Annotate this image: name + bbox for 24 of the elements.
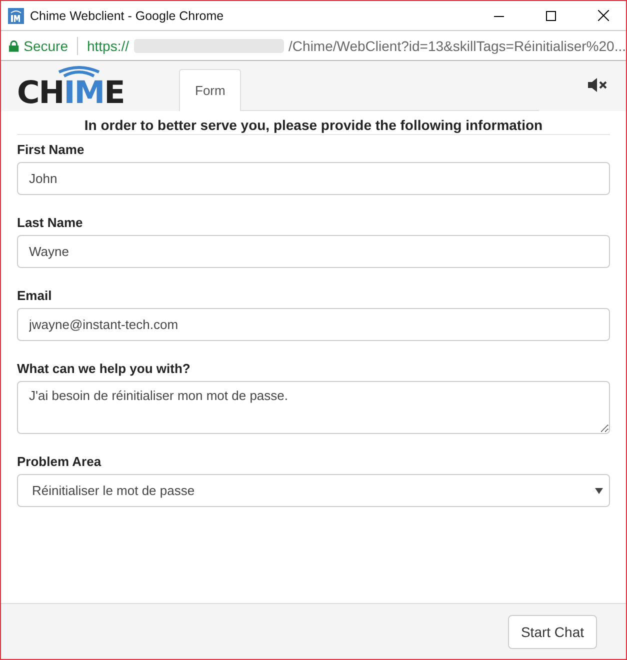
- close-icon: [598, 10, 608, 21]
- form-tab[interactable]: Form: [179, 69, 242, 111]
- maximize-icon: [546, 10, 556, 20]
- field-label: First Name: [17, 141, 86, 159]
- mute-icon[interactable]: [588, 78, 608, 92]
- message-field[interactable]: J'ai besoin de réinitialiser mon mot de passe.: [17, 381, 610, 434]
- text-field[interactable]: jwayne@instant-tech.com: [17, 308, 610, 341]
- url-scheme: https://: [86, 38, 129, 54]
- url-path: /Chime/WebClient?id=13&skillTags=Réinitialiser%20...: [288, 38, 626, 54]
- text-field[interactable]: John: [17, 162, 610, 195]
- problem-area-dropdown[interactable]: Réinitialiser le mot de passe: [17, 474, 610, 507]
- chime-logo: CHIME: [17, 66, 123, 108]
- form-heading: In order to better serve you, please provide the following information: [17, 117, 610, 135]
- field-label: Email: [17, 287, 53, 305]
- window-title: Chime Webclient - Google Chrome: [30, 8, 225, 22]
- secure-label: Secure: [24, 38, 68, 54]
- caret-icon: [595, 488, 603, 494]
- field-label: Problem Area: [17, 453, 102, 471]
- field-label: Last Name: [17, 214, 84, 232]
- text-field[interactable]: Wayne: [17, 235, 610, 268]
- field-label: What can we help you with?: [17, 360, 192, 378]
- start-chat-button[interactable]: Start Chat: [508, 614, 597, 648]
- app-icon: [8, 8, 24, 24]
- lock-icon: [9, 40, 19, 52]
